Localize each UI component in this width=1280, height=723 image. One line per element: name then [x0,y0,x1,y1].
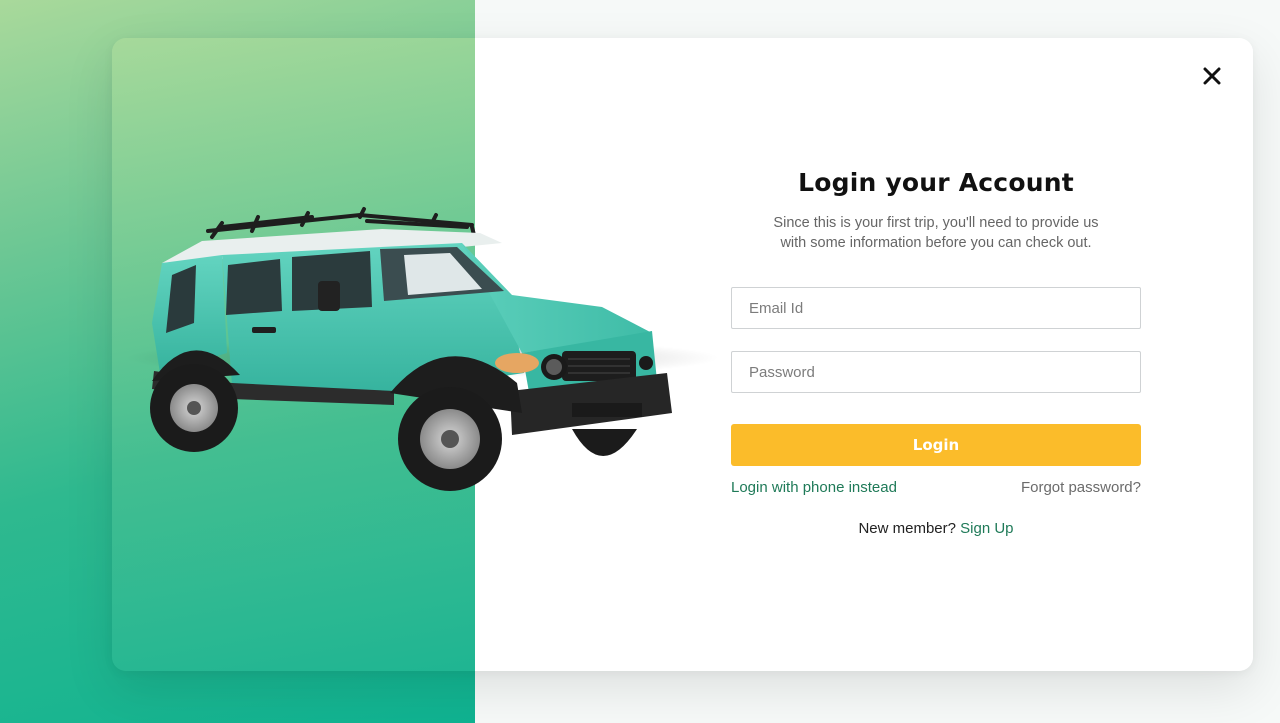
close-button[interactable] [1198,62,1226,90]
close-icon [1203,67,1221,85]
suv-car-image [150,207,672,491]
login-button[interactable]: Login [731,424,1141,466]
login-with-phone-link[interactable]: Login with phone instead [731,479,897,496]
new-member-text: New member? [858,520,956,537]
login-modal: Login your Account Since this is your fi… [112,38,1253,671]
subtitle-line-2: with some information before you can che… [780,235,1092,251]
signup-row: New member? Sign Up [731,520,1141,537]
sign-up-link[interactable]: Sign Up [960,520,1013,537]
email-field[interactable] [731,287,1141,329]
page-background: Login your Account Since this is your fi… [0,0,1280,723]
page-subtitle: Since this is your first trip, you'll ne… [731,213,1141,253]
forgot-password-link[interactable]: Forgot password? [981,479,1141,496]
page-title: Login your Account [798,168,1074,197]
subtitle-line-1: Since this is your first trip, you'll ne… [773,215,1099,231]
password-field[interactable] [731,351,1141,393]
